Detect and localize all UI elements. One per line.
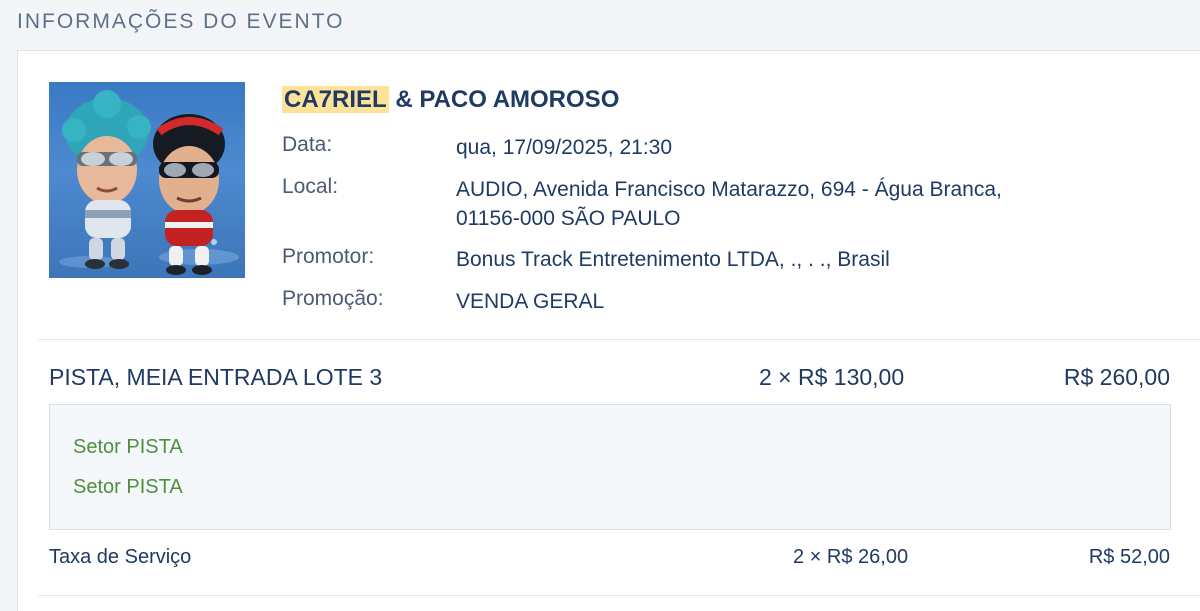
ticket-total: R$ 260,00 bbox=[1063, 364, 1170, 390]
event-title: CA7RIEL & PACO AMOROSO bbox=[282, 86, 619, 114]
detail-value: Bonus Track Entretenimento LTDA, ., . .,… bbox=[456, 248, 890, 271]
event-image bbox=[49, 82, 245, 278]
detail-label: Data: bbox=[282, 133, 333, 156]
detail-value: AUDIO, Avenida Francisco Matarazzo, 694 … bbox=[456, 175, 1176, 233]
detail-value: VENDA GERAL bbox=[456, 290, 605, 313]
divider bbox=[38, 595, 1200, 596]
event-info-panel: CA7RIEL & PACO AMOROSO Data: qua, 17/09/… bbox=[17, 50, 1200, 611]
sector-item: Setor PISTA bbox=[73, 476, 183, 498]
detail-label: Local: bbox=[282, 175, 339, 198]
service-fee-quantity-price: 2 × R$ 26,00 bbox=[793, 546, 909, 568]
service-fee-total: R$ 52,00 bbox=[1088, 546, 1170, 568]
event-title-highlight: CA7RIEL bbox=[282, 86, 389, 113]
detail-label: Promotor: bbox=[282, 245, 375, 268]
sector-box: Setor PISTA Setor PISTA bbox=[49, 404, 1171, 530]
location-line-2: 01156-000 SÃO PAULO bbox=[456, 207, 681, 230]
detail-value: qua, 17/09/2025, 21:30 bbox=[456, 136, 673, 159]
ticket-name: PISTA, MEIA ENTRADA LOTE 3 bbox=[49, 364, 383, 390]
divider bbox=[38, 339, 1200, 340]
location-line-1: AUDIO, Avenida Francisco Matarazzo, 694 … bbox=[456, 178, 1002, 201]
sector-item: Setor PISTA bbox=[73, 436, 183, 458]
service-fee-label: Taxa de Serviço bbox=[49, 546, 192, 568]
event-title-rest: & PACO AMOROSO bbox=[388, 86, 620, 113]
detail-label: Promoção: bbox=[282, 287, 384, 310]
ticket-quantity-price: 2 × R$ 130,00 bbox=[759, 364, 905, 390]
section-header: INFORMAÇÕES DO EVENTO bbox=[17, 10, 345, 33]
event-artwork-illustration bbox=[59, 90, 239, 275]
